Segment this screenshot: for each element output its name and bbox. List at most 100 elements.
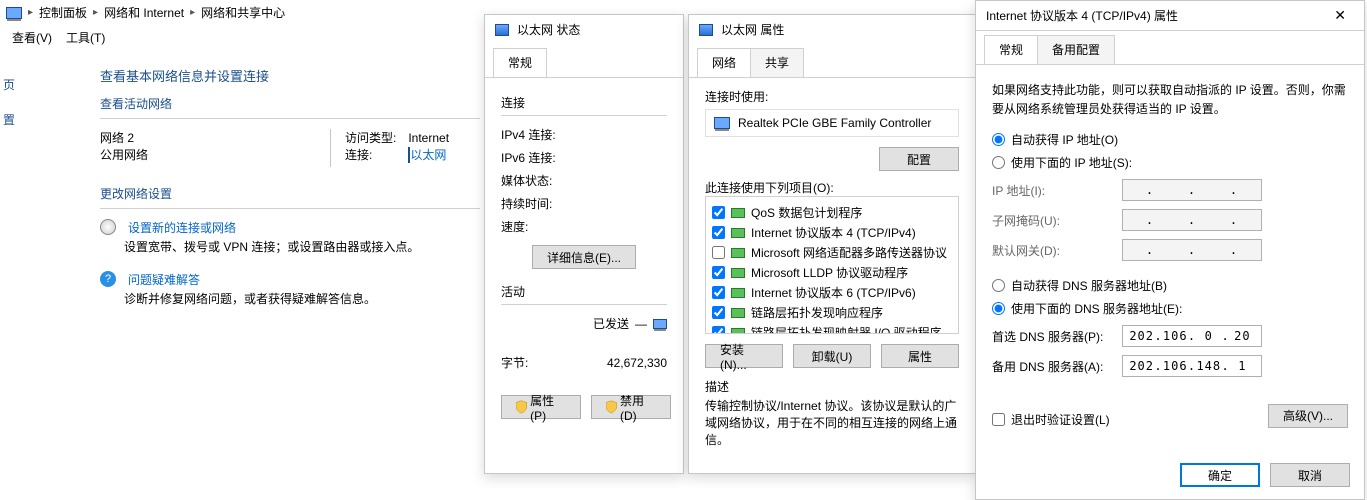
list-item[interactable]: Internet 协议版本 4 (TCP/IPv4) bbox=[712, 224, 954, 241]
ethernet-properties-window: 以太网 属性 网络共享 连接时使用: Realtek PCIe GBE Fami… bbox=[688, 14, 976, 474]
connections-label: 连接: bbox=[345, 146, 405, 163]
tab-sharing[interactable]: 共享 bbox=[750, 48, 804, 77]
ipv6-label: IPv6 连接: bbox=[501, 149, 581, 166]
sent-label: 已发送 bbox=[593, 315, 629, 332]
change-settings-header: 更改网络设置 bbox=[100, 185, 480, 202]
media-state-label: 媒体状态: bbox=[501, 172, 581, 189]
subnet-mask-input: ... bbox=[1122, 209, 1262, 231]
ipv4-label: IPv4 连接: bbox=[501, 126, 581, 143]
crumb-sharing-center[interactable]: 网络和共享中心 bbox=[201, 4, 285, 21]
troubleshoot-icon: ? bbox=[100, 271, 116, 287]
items-listbox[interactable]: QoS 数据包计划程序 Internet 协议版本 4 (TCP/IPv4) Mic… bbox=[705, 196, 959, 334]
nic-icon bbox=[714, 117, 730, 129]
window-titlebar[interactable]: Internet 协议版本 4 (TCP/IPv4) 属性 ✕ bbox=[976, 1, 1364, 31]
item-label: Microsoft 网络适配器多路传送器协议 bbox=[751, 244, 947, 261]
menubar: 查看(V) 工具(T) bbox=[0, 25, 480, 52]
close-icon[interactable]: ✕ bbox=[1326, 7, 1354, 24]
activity-icon bbox=[653, 319, 667, 329]
dash: — bbox=[635, 317, 647, 331]
list-item[interactable]: 链路层拓扑发现映射器 I/O 驱动程序 bbox=[712, 324, 954, 334]
list-item[interactable]: Microsoft 网络适配器多路传送器协议 bbox=[712, 244, 954, 261]
tab-alternate[interactable]: 备用配置 bbox=[1037, 35, 1115, 64]
breadcrumb[interactable]: ▸ 控制面板 ▸ 网络和 Internet ▸ 网络和共享中心 bbox=[0, 0, 480, 25]
alternate-dns-label: 备用 DNS 服务器(A): bbox=[992, 358, 1122, 375]
ethernet-link[interactable]: 以太网 bbox=[410, 148, 446, 162]
protocol-icon bbox=[731, 208, 745, 218]
setup-connection-link[interactable]: 设置新的连接或网络 bbox=[128, 219, 236, 236]
properties-button[interactable]: 属性(P) bbox=[501, 395, 581, 419]
ok-button[interactable]: 确定 bbox=[1180, 463, 1260, 487]
chevron-right-icon: ▸ bbox=[190, 7, 195, 18]
list-item[interactable]: Internet 协议版本 6 (TCP/IPv6) bbox=[712, 284, 954, 301]
manual-dns-label: 使用下面的 DNS 服务器地址(E): bbox=[1011, 300, 1182, 317]
chevron-right-icon: ▸ bbox=[28, 7, 33, 18]
auto-ip-radio[interactable] bbox=[992, 133, 1005, 146]
validate-label: 退出时验证设置(L) bbox=[1011, 411, 1110, 428]
tab-general[interactable]: 常规 bbox=[493, 48, 547, 77]
cancel-button[interactable]: 取消 bbox=[1270, 463, 1350, 487]
item-checkbox[interactable] bbox=[712, 306, 725, 319]
list-item[interactable]: Microsoft LLDP 协议驱动程序 bbox=[712, 264, 954, 281]
access-type-label: 访问类型: bbox=[345, 129, 405, 146]
tab-network[interactable]: 网络 bbox=[697, 48, 751, 77]
manual-ip-radio[interactable] bbox=[992, 156, 1005, 169]
divider bbox=[330, 129, 331, 167]
troubleshoot-link[interactable]: 问题疑难解答 bbox=[128, 271, 200, 288]
details-button[interactable]: 详细信息(E)... bbox=[532, 245, 636, 269]
chevron-right-icon: ▸ bbox=[93, 7, 98, 18]
item-label: Internet 协议版本 6 (TCP/IPv6) bbox=[751, 284, 916, 301]
gateway-label: 默认网关(D): bbox=[992, 242, 1122, 259]
network-center-panel: ▸ 控制面板 ▸ 网络和 Internet ▸ 网络和共享中心 查看(V) 工具… bbox=[0, 0, 480, 307]
manual-ip-label: 使用下面的 IP 地址(S): bbox=[1011, 154, 1132, 171]
install-button[interactable]: 安装(N)... bbox=[705, 344, 783, 368]
bytes-label: 字节: bbox=[501, 354, 528, 371]
setup-connection-desc: 设置宽带、拨号或 VPN 连接；或设置路由器或接入点。 bbox=[124, 238, 480, 255]
divider bbox=[501, 304, 667, 305]
configure-button[interactable]: 配置 bbox=[879, 147, 959, 171]
alternate-dns-input[interactable]: 202.106.148.1 bbox=[1122, 355, 1262, 377]
uninstall-button[interactable]: 卸载(U) bbox=[793, 344, 871, 368]
item-checkbox[interactable] bbox=[712, 266, 725, 279]
item-label: 链路层拓扑发现响应程序 bbox=[751, 304, 883, 321]
crumb-control-panel[interactable]: 控制面板 bbox=[39, 4, 87, 21]
ethernet-icon bbox=[495, 24, 509, 36]
speed-label: 速度: bbox=[501, 218, 581, 235]
shield-icon bbox=[516, 400, 527, 414]
page-title: 查看基本网络信息并设置连接 bbox=[100, 66, 480, 85]
protocol-icon bbox=[731, 288, 745, 298]
validate-checkbox[interactable] bbox=[992, 413, 1005, 426]
ethernet-status-window: 以太网 状态 常规 连接 IPv4 连接: IPv6 连接: 媒体状态: 持续时… bbox=[484, 14, 684, 474]
list-item[interactable]: QoS 数据包计划程序 bbox=[712, 204, 954, 221]
device-name: Realtek PCIe GBE Family Controller bbox=[738, 116, 931, 130]
item-checkbox[interactable] bbox=[712, 206, 725, 219]
crumb-network-internet[interactable]: 网络和 Internet bbox=[104, 4, 184, 21]
list-item[interactable]: 链路层拓扑发现响应程序 bbox=[712, 304, 954, 321]
device-box: Realtek PCIe GBE Family Controller bbox=[705, 109, 959, 137]
preferred-dns-input[interactable]: 202.106.0.20 bbox=[1122, 325, 1262, 347]
menu-tools[interactable]: 工具(T) bbox=[66, 29, 105, 46]
manual-dns-radio[interactable] bbox=[992, 302, 1005, 315]
access-type-value: Internet bbox=[408, 131, 449, 145]
bytes-sent-value: 42,672,330 bbox=[607, 356, 667, 370]
item-checkbox[interactable] bbox=[712, 246, 725, 259]
item-checkbox[interactable] bbox=[712, 226, 725, 239]
uses-items-label: 此连接使用下列项目(O): bbox=[705, 179, 959, 196]
item-properties-button[interactable]: 属性 bbox=[881, 344, 959, 368]
item-checkbox[interactable] bbox=[712, 326, 725, 334]
troubleshoot-desc: 诊断并修复网络问题，或者获得疑难解答信息。 bbox=[124, 290, 480, 307]
connection-group: 连接 bbox=[501, 94, 667, 111]
item-checkbox[interactable] bbox=[712, 286, 725, 299]
network-name: 网络 2 bbox=[100, 129, 330, 146]
disable-button[interactable]: 禁用(D) bbox=[591, 395, 671, 419]
auto-dns-radio[interactable] bbox=[992, 279, 1005, 292]
advanced-button[interactable]: 高级(V)... bbox=[1268, 404, 1348, 428]
menu-view[interactable]: 查看(V) bbox=[12, 29, 52, 46]
window-titlebar[interactable]: 以太网 属性 bbox=[689, 15, 975, 44]
divider bbox=[100, 118, 480, 119]
protocol-icon bbox=[731, 248, 745, 258]
window-titlebar[interactable]: 以太网 状态 bbox=[485, 15, 683, 44]
description-text: 传输控制协议/Internet 协议。该协议是默认的广域网络协议，用于在不同的相… bbox=[705, 397, 959, 448]
window-title: Internet 协议版本 4 (TCP/IPv4) 属性 bbox=[986, 7, 1178, 24]
item-label: Internet 协议版本 4 (TCP/IPv4) bbox=[751, 224, 916, 241]
tab-general[interactable]: 常规 bbox=[984, 35, 1038, 64]
